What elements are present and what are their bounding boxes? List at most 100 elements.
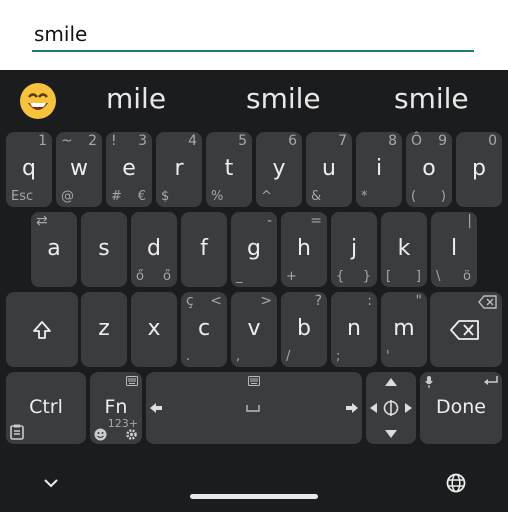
key-y-bl-label: ^	[261, 189, 272, 204]
key-n-label: n	[347, 316, 361, 341]
home-handle[interactable]	[190, 494, 318, 499]
key-p-label: p	[472, 156, 486, 181]
key-d-label: d	[147, 236, 161, 261]
key-g[interactable]: g - _	[231, 212, 277, 287]
key-w[interactable]: w ~2 @	[56, 132, 102, 207]
key-j-label: j	[350, 236, 358, 261]
key-e[interactable]: e! 3 # €	[106, 132, 152, 207]
globe-icon[interactable]	[446, 473, 466, 493]
key-l[interactable]: l | \ ö	[431, 212, 477, 287]
key-k-bl-label: [	[386, 269, 392, 284]
key-m-tr-label: "	[415, 293, 422, 309]
text-field-value: smile	[34, 22, 88, 46]
keyboard-icon	[126, 376, 138, 386]
key-x[interactable]: x	[131, 292, 177, 367]
key-q[interactable]: q 1 Esc	[6, 132, 52, 207]
suggestion-1[interactable]: mile	[106, 82, 166, 115]
key-w-tl-label: ~	[61, 133, 73, 149]
key-a-tl-label: ⇄	[36, 213, 48, 229]
key-v-tr-label: >	[260, 293, 272, 309]
dpad-key[interactable]	[366, 372, 416, 444]
suggestion-3[interactable]: smile	[394, 82, 469, 115]
key-i-tr-label: 8	[388, 133, 397, 149]
chevron-down-icon[interactable]	[43, 478, 59, 488]
key-v[interactable]: v >,	[231, 292, 277, 367]
key-c-tl-label: ç	[186, 293, 194, 309]
key-s-label: s	[98, 236, 110, 261]
key-u-bl-label: &	[311, 189, 322, 204]
emoji-icon[interactable]	[18, 81, 58, 121]
key-o[interactable]: o Ô 9 ()	[406, 132, 452, 207]
ctrl-key[interactable]: Ctrl	[6, 372, 86, 444]
key-v-bl-label: ,	[236, 349, 241, 364]
key-e-tl-label: !	[111, 133, 117, 149]
key-q-tr-label: 1	[38, 133, 47, 149]
key-m-label: m	[393, 316, 415, 341]
key-n-bl-label: ;	[336, 349, 341, 364]
key-h-label: h	[297, 236, 311, 261]
key-a[interactable]: a ⇄	[31, 212, 77, 287]
clipboard-icon	[10, 424, 24, 440]
backspace-key[interactable]	[430, 292, 502, 367]
key-u-tr-label: 7	[338, 133, 347, 149]
key-a-label: a	[47, 236, 61, 261]
key-i-bl-label: *	[361, 189, 368, 204]
key-z-label: z	[98, 316, 110, 341]
done-key[interactable]: Done	[420, 372, 502, 444]
space-key[interactable]	[146, 372, 362, 444]
key-j-br-label: }	[362, 269, 371, 284]
key-t[interactable]: t 5%	[206, 132, 252, 207]
key-p-tr-label: 0	[488, 133, 497, 149]
key-t-tr-label: 5	[238, 133, 247, 149]
space-icon	[246, 405, 260, 412]
fn-key[interactable]: Fn 123+	[90, 372, 142, 444]
key-b-tr-label: ?	[314, 293, 322, 309]
shift-key[interactable]	[6, 292, 78, 367]
key-e-bl-label: #	[111, 189, 122, 204]
key-j[interactable]: j {}	[331, 212, 377, 287]
key-p[interactable]: p0	[456, 132, 502, 207]
key-u[interactable]: u 7 &	[306, 132, 352, 207]
key-k[interactable]: k []	[381, 212, 427, 287]
enter-icon	[484, 376, 498, 385]
key-d[interactable]: dő ő	[131, 212, 177, 287]
key-i[interactable]: i 8 *	[356, 132, 402, 207]
key-l-tr-label: |	[467, 213, 472, 229]
key-s[interactable]: s	[81, 212, 127, 287]
key-m[interactable]: m " '	[381, 292, 427, 367]
key-c-tr-label: <	[210, 293, 222, 309]
key-o-br-label: )	[440, 189, 446, 204]
key-y[interactable]: y 6 ^	[256, 132, 302, 207]
input-bar: smile	[0, 0, 508, 70]
key-y-label: y	[272, 156, 286, 181]
key-h-bl-label: +	[286, 269, 297, 284]
key-r[interactable]: r 4 $	[156, 132, 202, 207]
text-field[interactable]: smile	[32, 16, 474, 52]
key-b[interactable]: b? /	[281, 292, 327, 367]
key-q-label: q	[22, 156, 36, 181]
key-t-label: t	[224, 156, 234, 181]
key-l-label: l	[450, 236, 458, 261]
ctrl-label: Ctrl	[29, 396, 63, 418]
key-m-bl-label: '	[386, 349, 390, 364]
key-h-tr-label: =	[310, 213, 322, 229]
key-f-label: f	[200, 236, 208, 261]
key-v-label: v	[247, 316, 261, 341]
shift-icon	[33, 321, 51, 339]
key-h[interactable]: h = +	[281, 212, 327, 287]
dpad-icon	[370, 378, 412, 438]
key-n[interactable]: n:;	[331, 292, 377, 367]
key-c-bl-label: .	[186, 349, 191, 364]
arrow-right-icon	[346, 403, 358, 413]
key-z[interactable]: z	[81, 292, 127, 367]
key-c-label: c	[197, 316, 211, 341]
key-e-tr-label: 3	[138, 133, 147, 149]
suggestion-2[interactable]: smile	[246, 82, 321, 115]
key-e-br-label: €	[137, 189, 146, 204]
key-o-label: o	[422, 156, 436, 181]
settings-icon	[126, 429, 137, 440]
key-g-tr-label: -	[266, 213, 272, 229]
key-d-br-label: ő	[163, 269, 171, 284]
key-c[interactable]: c ç <.	[181, 292, 227, 367]
key-f[interactable]: f	[181, 212, 227, 287]
